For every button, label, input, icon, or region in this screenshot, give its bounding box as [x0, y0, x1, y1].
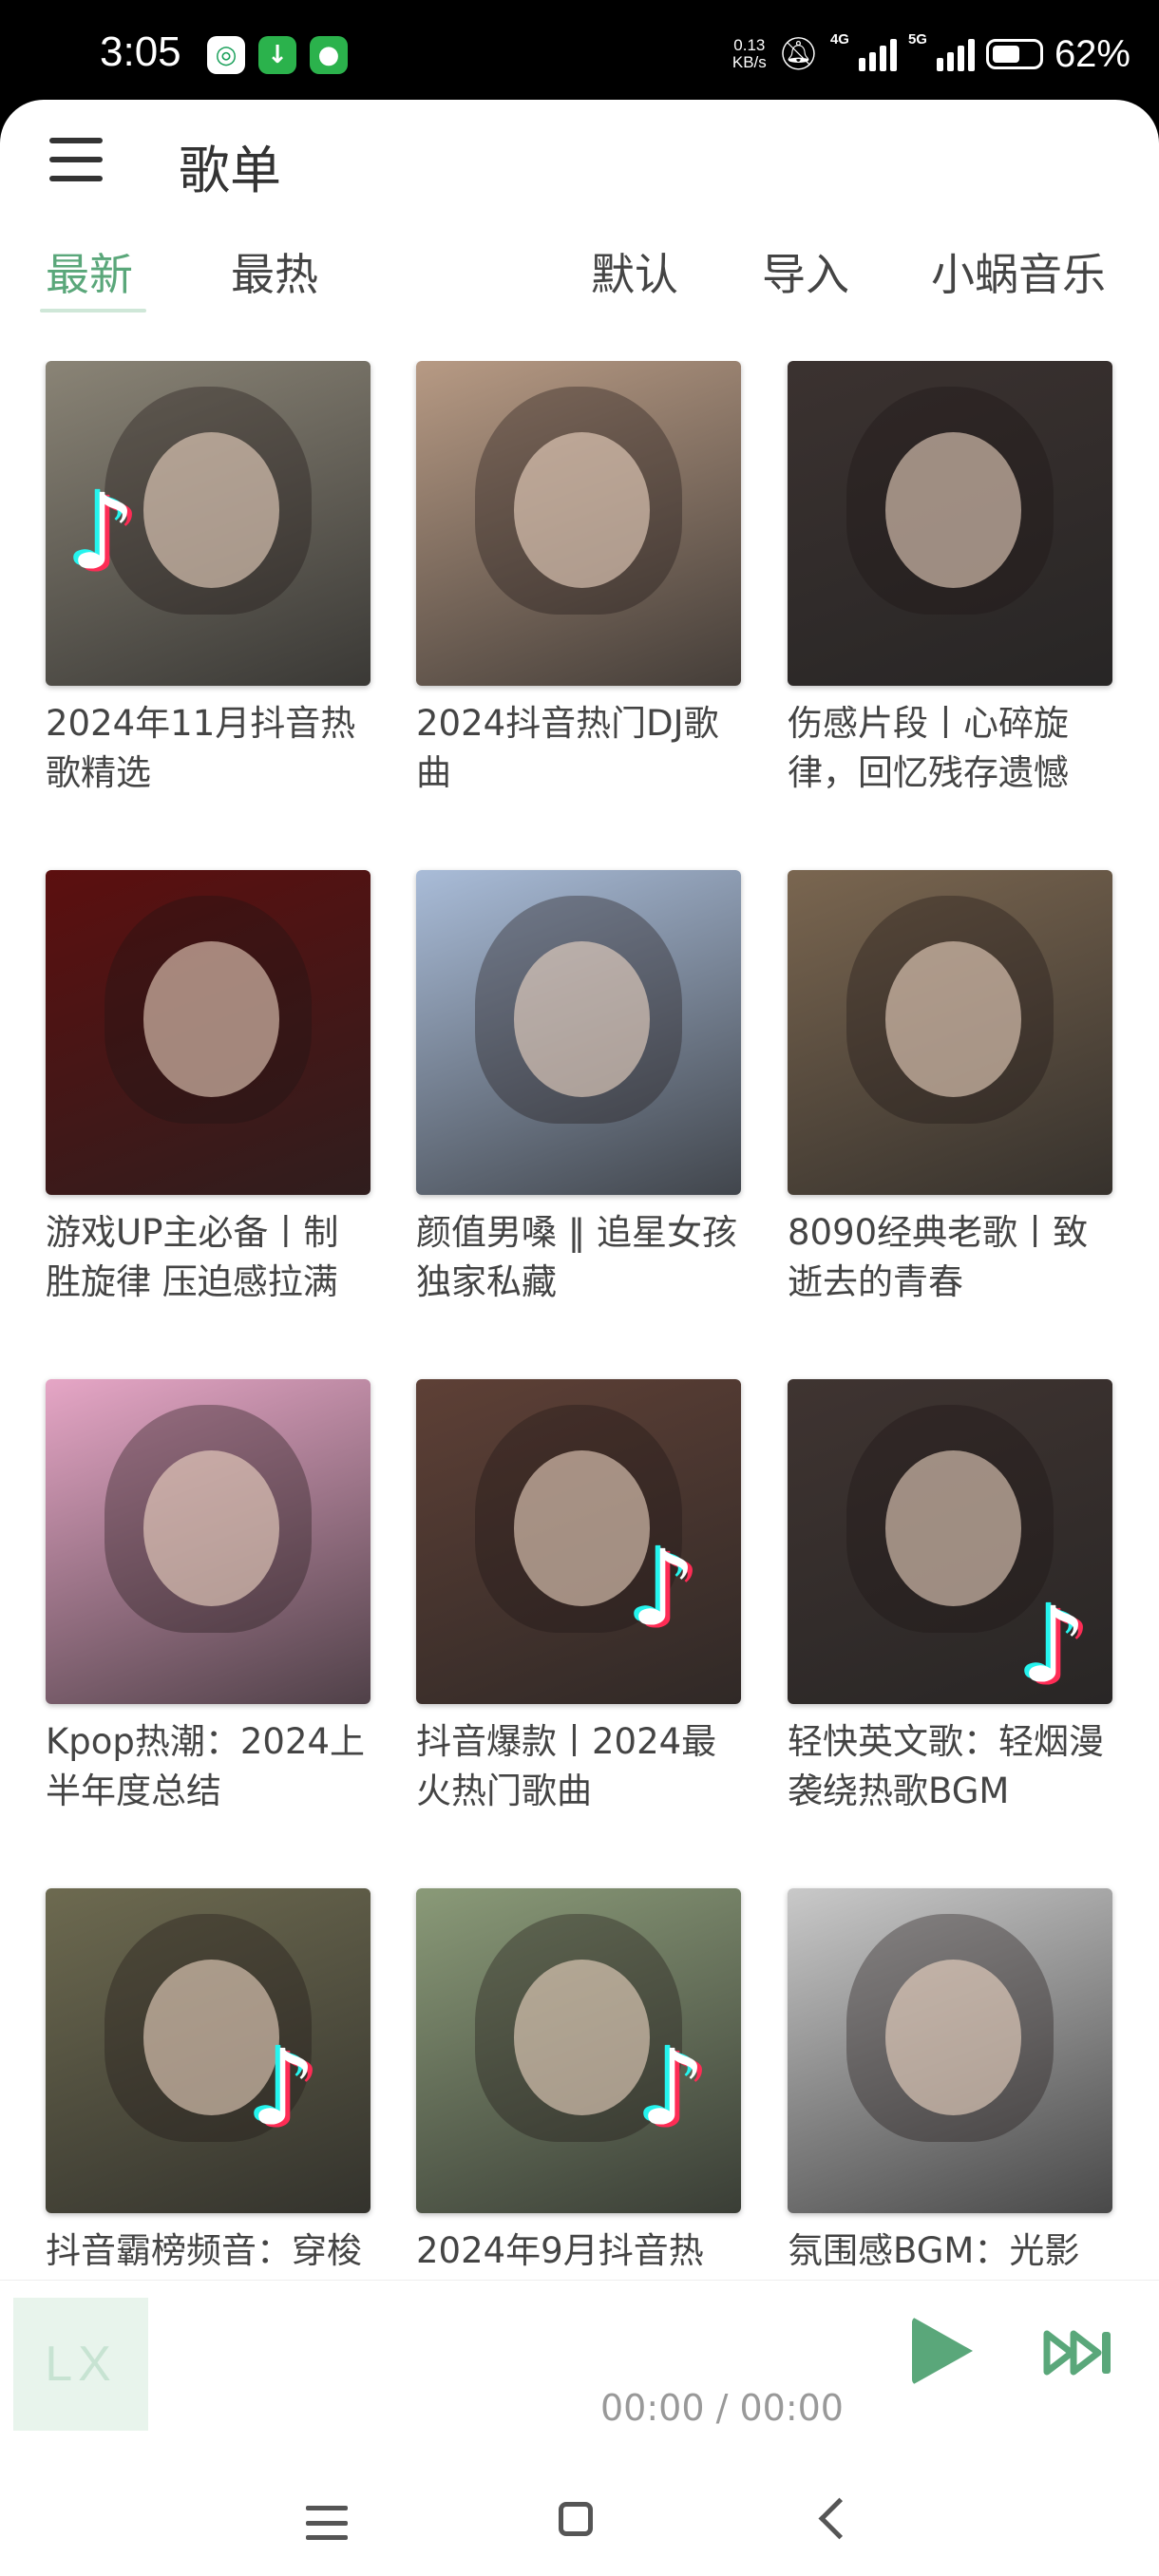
playlist-card[interactable]: ♪ 抖音爆款丨2024最火热门歌曲 — [416, 1379, 741, 1816]
recents-icon[interactable] — [306, 2506, 348, 2540]
tab-xiaowo-music[interactable]: 小蜗音乐 — [931, 240, 1106, 303]
playlist-title: 氛围感BGM：光影 — [788, 2230, 1080, 2271]
playlist-cover-image[interactable] — [416, 361, 741, 686]
playlist-title: 抖音霸榜频音：穿梭 — [46, 2230, 362, 2271]
status-bar: 3:05 ◎ ↓ ● 0.13 KB/s 🔕︎ 4G 5G 62% — [0, 0, 1159, 106]
playlist-title: 轻快英文歌：轻烟漫袭绕热歌BGM — [788, 1721, 1104, 1811]
system-nav-bar — [0, 2470, 1159, 2576]
playlist-cover-image[interactable] — [416, 870, 741, 1195]
playlist-title: 2024年9月抖音热 — [416, 2230, 704, 2271]
tiktok-logo-icon: ♪ — [629, 1527, 697, 1649]
playlist-card[interactable]: 颜值男嗓 ‖ 追星女孩独家私藏 — [416, 870, 741, 1307]
tab-newest[interactable]: 最新 — [46, 240, 133, 303]
mini-player: LX 00:00 / 00:00 — [0, 2280, 1159, 2471]
player-time: 00:00 / 00:00 — [600, 2387, 844, 2429]
playlist-title: Kpop热潮：2024上半年度总结 — [46, 1721, 366, 1811]
back-icon[interactable] — [818, 2497, 861, 2540]
playlist-cover-image[interactable]: ♪ — [788, 1379, 1112, 1704]
playlist-cover-image[interactable]: ♪ — [46, 361, 370, 686]
playlist-card[interactable]: ♪ 抖音霸榜频音：穿梭 — [46, 1888, 370, 2276]
playlist-cover-image[interactable]: ♪ — [416, 1888, 741, 2213]
playlist-card[interactable]: Kpop热潮：2024上半年度总结 — [46, 1379, 370, 1816]
playlist-title: 颜值男嗓 ‖ 追星女孩独家私藏 — [416, 1212, 738, 1302]
playlist-title: 8090经典老歌丨致逝去的青春 — [788, 1212, 1089, 1302]
tiktok-logo-icon: ♪ — [68, 471, 137, 593]
signal-4g-icon: 4G — [830, 31, 897, 71]
playlist-title: 2024年11月抖音热歌精选 — [46, 703, 356, 793]
playlist-title: 抖音爆款丨2024最火热门歌曲 — [416, 1721, 717, 1811]
playlist-cover-image[interactable]: ♪ — [46, 1888, 370, 2213]
app-notification-icon: ◎ — [207, 36, 245, 74]
playlist-title: 伤感片段丨心碎旋律，回忆残存遗憾 — [788, 703, 1069, 793]
app-window: 歌单 最新 最热 默认 导入 小蜗音乐 ♪ 2024年11月抖音热歌精选 2024抖… — [0, 100, 1159, 2576]
status-time: 3:05 — [100, 28, 181, 75]
battery-icon — [985, 39, 1043, 69]
playlist-card[interactable]: 2024抖音热门DJ歌曲 — [416, 361, 741, 798]
skip-next-icon[interactable] — [1043, 2328, 1115, 2377]
playlist-cover-image[interactable] — [46, 870, 370, 1195]
playlist-title: 游戏UP主必备丨制胜旋律 压迫感拉满 — [46, 1212, 339, 1302]
playlist-card[interactable]: ♪ 2024年9月抖音热 — [416, 1888, 741, 2276]
tab-import[interactable]: 导入 — [762, 240, 849, 303]
tab-bar: 最新 最热 默认 导入 小蜗音乐 — [0, 240, 1159, 326]
playlist-card[interactable]: ♪ 2024年11月抖音热歌精选 — [46, 361, 370, 798]
playlist-card[interactable]: 氛围感BGM：光影 — [788, 1888, 1112, 2276]
tiktok-logo-icon: ♪ — [1019, 1584, 1088, 1704]
tiktok-logo-icon: ♪ — [638, 2027, 707, 2149]
tiktok-logo-icon: ♪ — [249, 2027, 317, 2149]
playlist-cover-image[interactable]: ♪ — [416, 1379, 741, 1704]
home-icon[interactable] — [559, 2502, 593, 2536]
network-speed: 0.13 KB/s — [732, 36, 767, 71]
playlist-card[interactable]: 伤感片段丨心碎旋律，回忆残存遗憾 — [788, 361, 1112, 798]
signal-5g-icon: 5G — [908, 31, 975, 71]
tab-hottest[interactable]: 最热 — [231, 240, 318, 303]
top-app-bar: 歌单 — [0, 100, 1159, 223]
page-title: 歌单 — [179, 141, 281, 200]
tab-active-indicator — [40, 309, 146, 313]
playlist-card[interactable]: ♪ 轻快英文歌：轻烟漫袭绕热歌BGM — [788, 1379, 1112, 1816]
hamburger-menu-icon[interactable] — [49, 138, 103, 181]
player-cover[interactable]: LX — [13, 2298, 148, 2431]
playlist-cover-image[interactable] — [788, 870, 1112, 1195]
playlist-cover-image[interactable] — [788, 1888, 1112, 2213]
playlist-grid: ♪ 2024年11月抖音热歌精选 2024抖音热门DJ歌曲 伤感片段丨心碎旋律，回忆残… — [0, 361, 1159, 2280]
tab-default[interactable]: 默认 — [591, 240, 678, 303]
playlist-cover-image[interactable] — [788, 361, 1112, 686]
playlist-card[interactable]: 游戏UP主必备丨制胜旋律 压迫感拉满 — [46, 870, 370, 1307]
playlist-title: 2024抖音热门DJ歌曲 — [416, 703, 719, 793]
download-icon: ↓ — [258, 36, 296, 74]
playlist-cover-image[interactable] — [46, 1379, 370, 1704]
status-indicators: 0.13 KB/s 🔕︎ 4G 5G 62% — [732, 30, 1130, 78]
mute-icon: 🔕︎ — [777, 36, 819, 72]
playlist-card[interactable]: 8090经典老歌丨致逝去的青春 — [788, 870, 1112, 1307]
wechat-icon: ● — [310, 36, 348, 74]
battery-percent: 62% — [1054, 32, 1130, 75]
play-icon[interactable] — [912, 2317, 973, 2385]
